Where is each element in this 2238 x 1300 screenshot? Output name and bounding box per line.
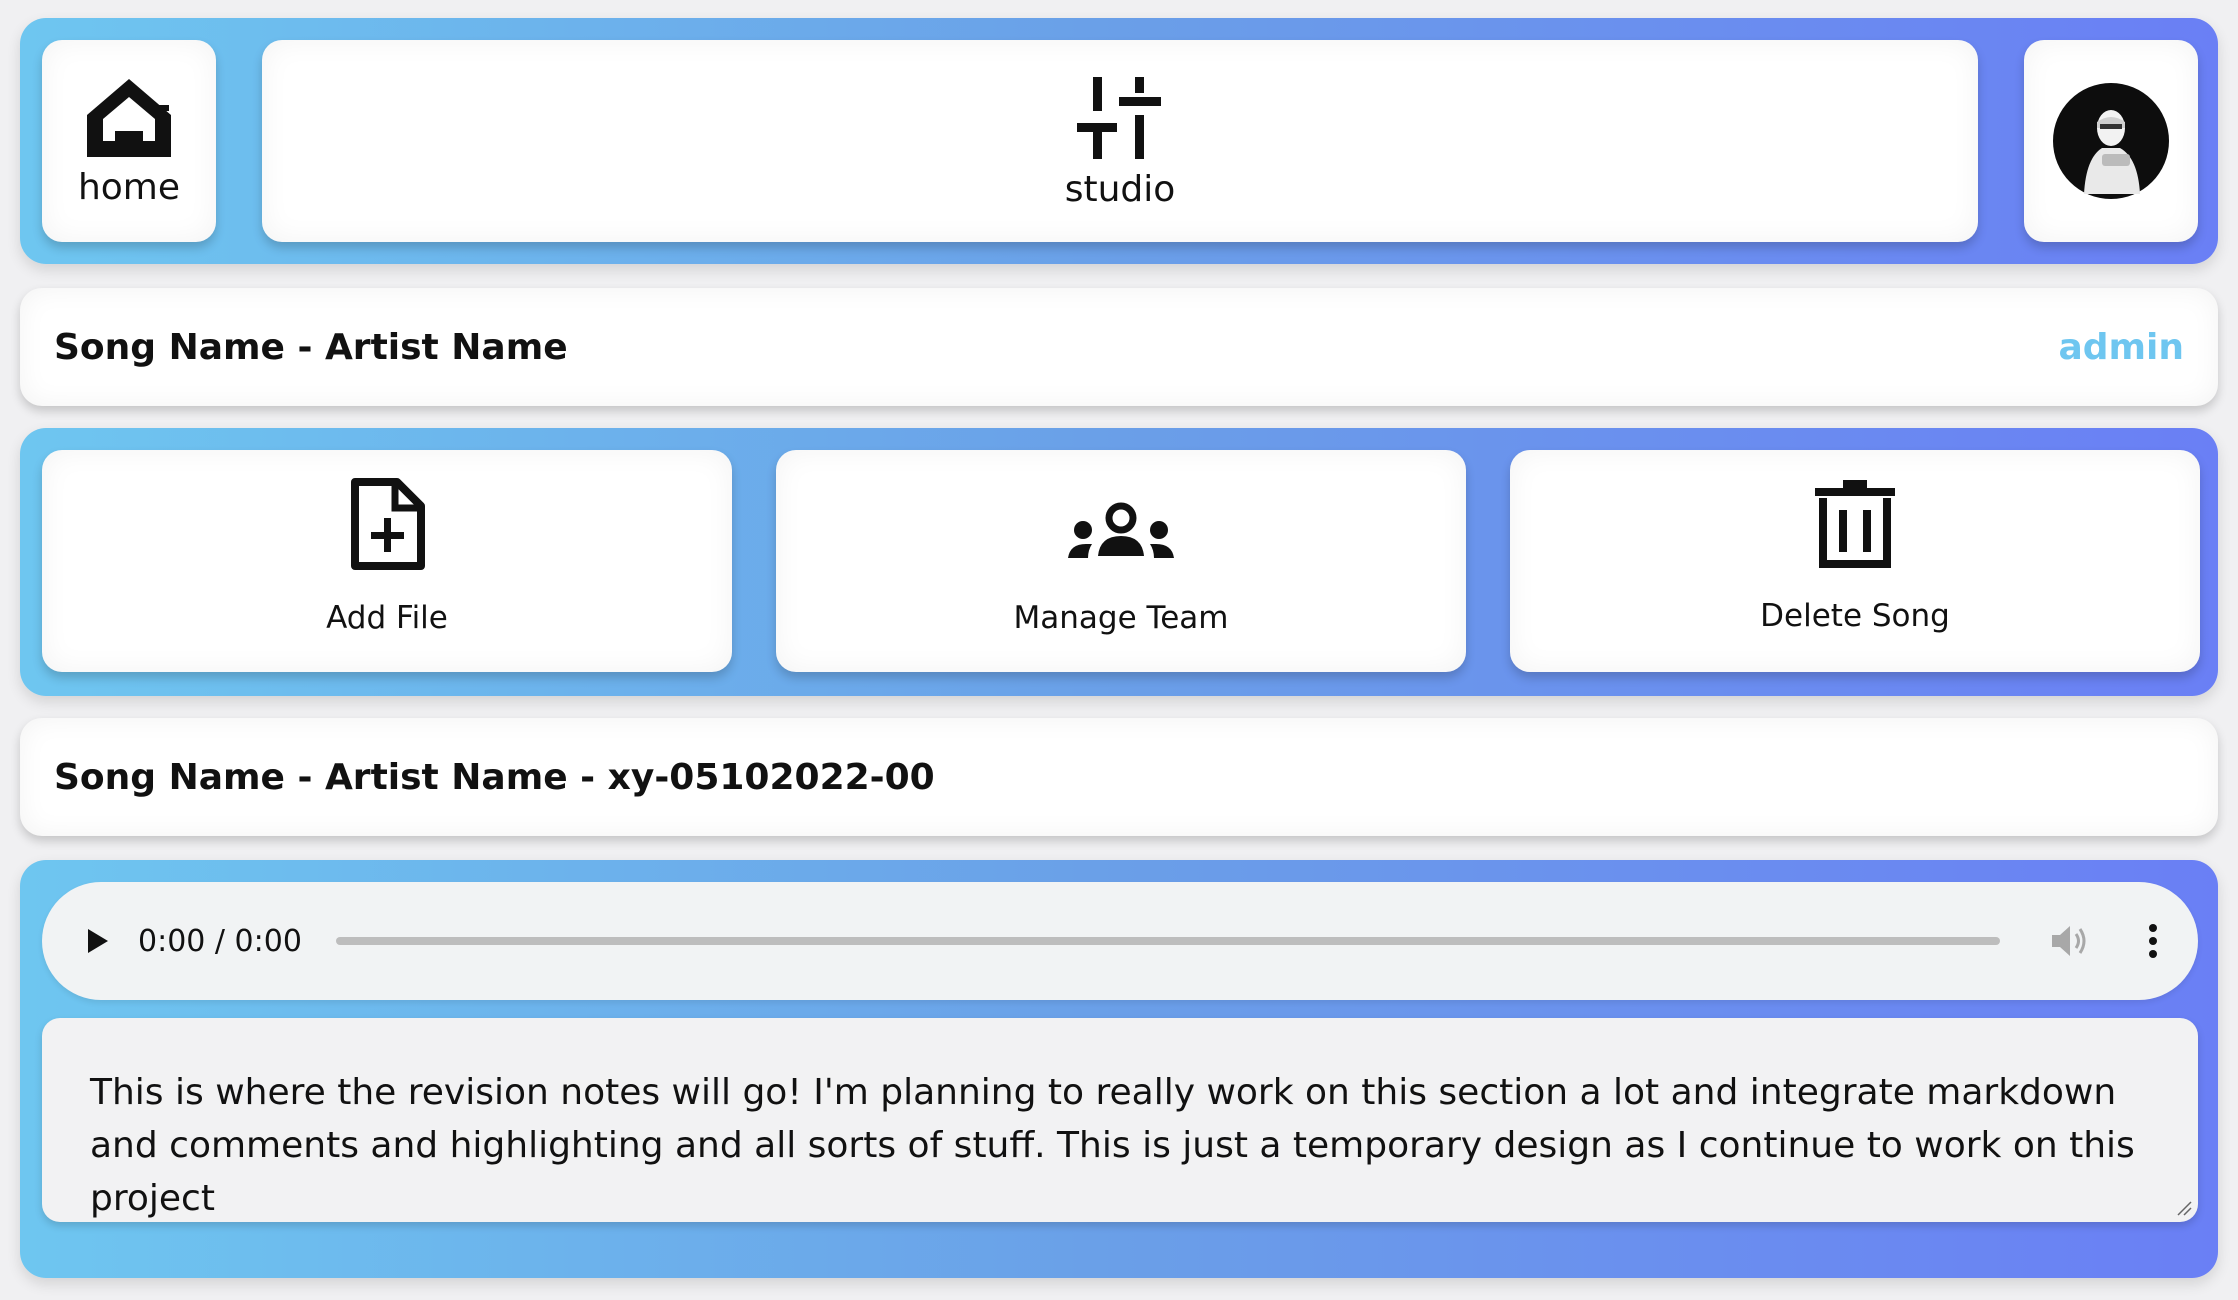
play-icon[interactable] — [86, 927, 110, 955]
audio-player[interactable]: 0:00 / 0:00 — [42, 882, 2198, 1000]
home-button[interactable]: home — [42, 40, 216, 242]
time-display: 0:00 / 0:00 — [138, 923, 302, 959]
progress-track[interactable] — [335, 937, 2000, 945]
profile-button[interactable] — [2024, 40, 2198, 242]
revision-title: Song Name - Artist Name - xy-05102022-00 — [54, 756, 935, 798]
add-file-label: Add File — [326, 600, 448, 636]
more-options-icon[interactable] — [2148, 924, 2158, 958]
home-label: home — [77, 166, 181, 208]
file-plus-icon — [351, 478, 425, 570]
volume-icon[interactable] — [2050, 924, 2090, 958]
revision-notes-text: This is where the revision notes will go… — [90, 1072, 2135, 1219]
add-file-button[interactable]: Add File — [42, 450, 732, 672]
delete-song-button[interactable]: Delete Song — [1510, 450, 2200, 672]
manage-team-label: Manage Team — [1013, 600, 1229, 636]
studio-button[interactable]: studio — [262, 40, 1978, 242]
avatar — [2053, 83, 2169, 199]
role-badge: admin — [2058, 326, 2184, 368]
sliders-icon — [1077, 76, 1161, 159]
resize-handle-icon[interactable] — [2176, 1200, 2192, 1216]
manage-team-button[interactable]: Manage Team — [776, 450, 1466, 672]
studio-label: studio — [1064, 168, 1176, 210]
team-icon — [1068, 502, 1174, 558]
song-header: Song Name - Artist Name admin — [20, 288, 2218, 406]
song-title: Song Name - Artist Name — [54, 326, 568, 368]
revision-header: Song Name - Artist Name - xy-05102022-00 — [20, 718, 2218, 836]
delete-song-label: Delete Song — [1760, 598, 1950, 634]
trash-icon — [1815, 480, 1895, 568]
revision-notes-textarea[interactable]: This is where the revision notes will go… — [42, 1018, 2198, 1222]
home-icon — [87, 78, 171, 157]
